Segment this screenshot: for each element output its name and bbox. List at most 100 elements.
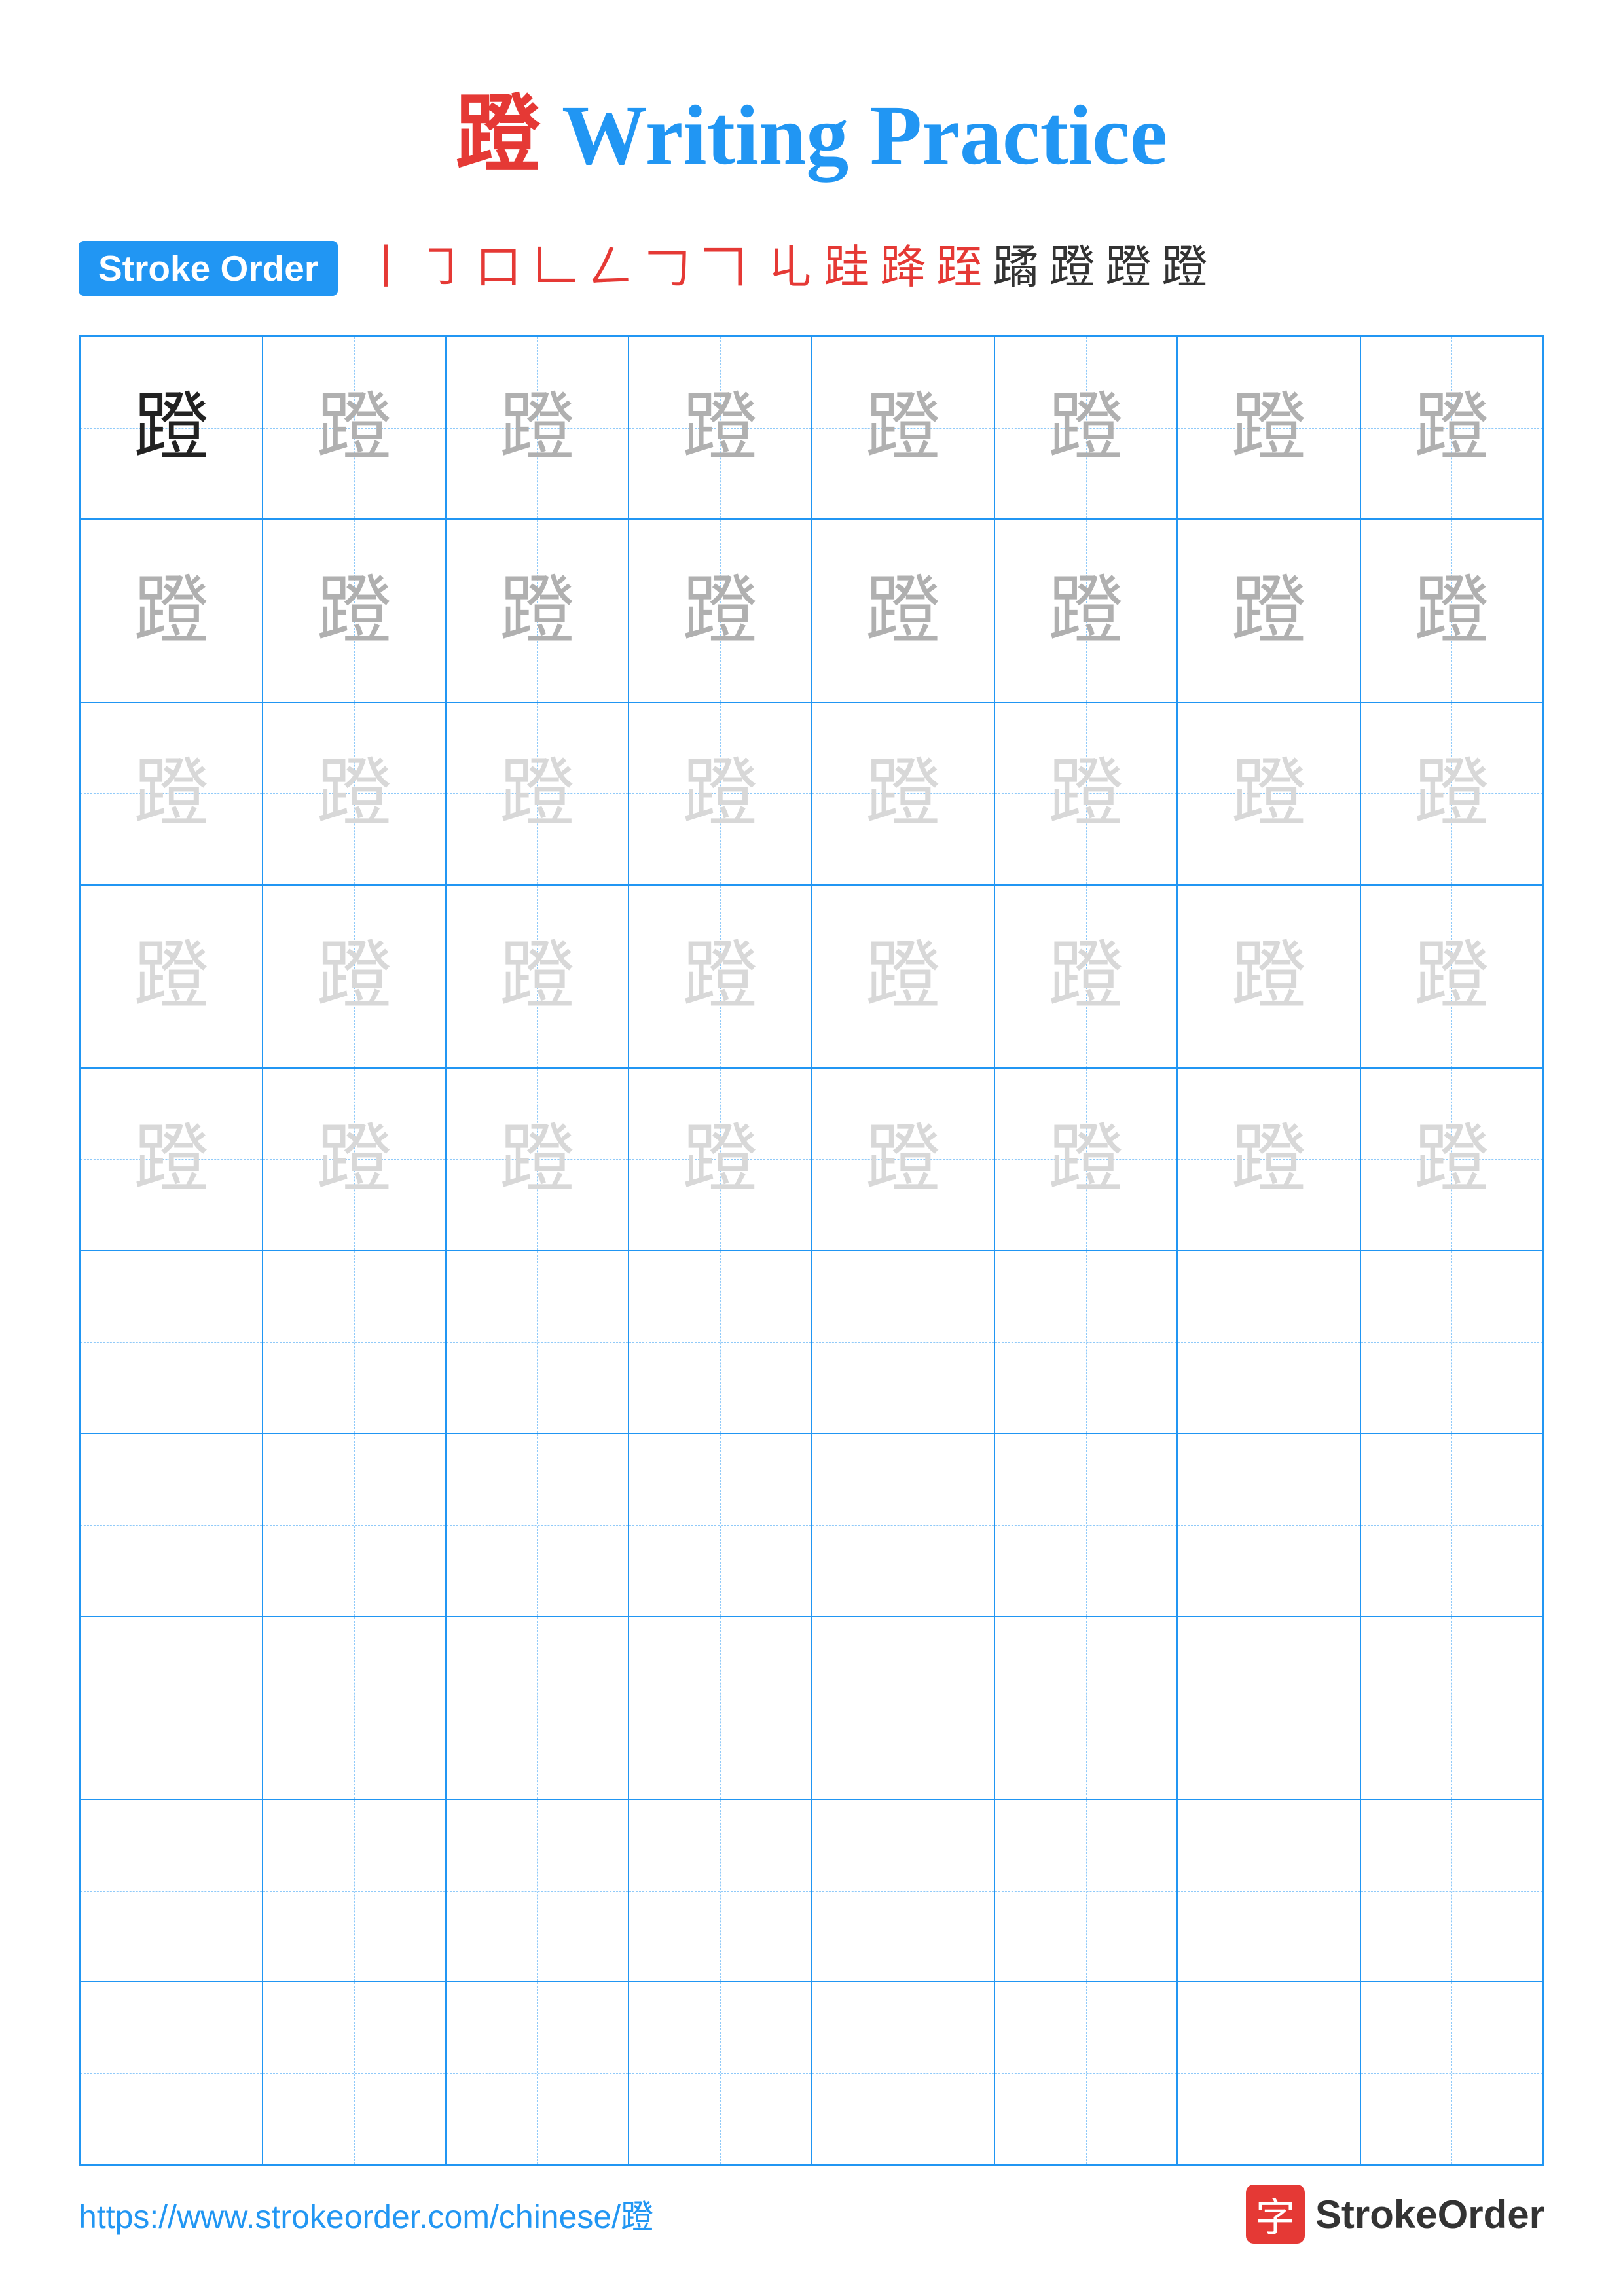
footer-logo-icon: 字 [1246, 2185, 1305, 2244]
grid-cell-r8-c7 [1360, 1799, 1543, 1982]
grid-cell-r5-c1 [263, 1251, 445, 1433]
grid-cell-r7-c7 [1360, 1617, 1543, 1799]
grid-cell-r1-c1: 蹬 [263, 519, 445, 702]
practice-char-r4-c2: 蹬 [500, 1122, 575, 1197]
practice-char-r2-c6: 蹬 [1231, 756, 1306, 831]
grid-cell-r0-c1: 蹬 [263, 336, 445, 519]
practice-char-r4-c3: 蹬 [682, 1122, 757, 1197]
grid-cell-r9-c7 [1360, 1982, 1543, 2164]
stroke-order-badge: Stroke Order [79, 241, 338, 296]
grid-cell-r3-c0: 蹬 [80, 885, 263, 1067]
grid-cell-r5-c5 [994, 1251, 1177, 1433]
practice-char-r1-c5: 蹬 [1048, 573, 1123, 649]
grid-cell-r7-c5 [994, 1617, 1177, 1799]
grid-cell-r5-c6 [1177, 1251, 1360, 1433]
grid-cell-r8-c0 [80, 1799, 263, 1982]
practice-char-r4-c1: 蹬 [317, 1122, 392, 1197]
practice-char-r3-c6: 蹬 [1231, 939, 1306, 1014]
grid-cell-r3-c2: 蹬 [446, 885, 629, 1067]
footer-url: https://www.strokeorder.com/chinese/蹬 [79, 2191, 653, 2238]
grid-cell-r3-c4: 蹬 [812, 885, 994, 1067]
grid-cell-r1-c5: 蹬 [994, 519, 1177, 702]
practice-char-r1-c7: 蹬 [1414, 573, 1489, 649]
grid-cell-r7-c2 [446, 1617, 629, 1799]
practice-char-r2-c3: 蹬 [682, 756, 757, 831]
grid-cell-r4-c5: 蹬 [994, 1068, 1177, 1251]
grid-cell-r8-c1 [263, 1799, 445, 1982]
stroke-16: 蹬 [1161, 245, 1207, 291]
stroke-3: 口 [475, 245, 521, 291]
grid-cell-r2-c7: 蹬 [1360, 702, 1543, 885]
practice-char-r1-c1: 蹬 [317, 573, 392, 649]
grid-cell-r1-c4: 蹬 [812, 519, 994, 702]
grid-cell-r0-c3: 蹬 [629, 336, 811, 519]
practice-char-r0-c5: 蹬 [1048, 390, 1123, 465]
grid-cell-r2-c5: 蹬 [994, 702, 1177, 885]
grid-cell-r6-c3 [629, 1433, 811, 1616]
practice-char-r0-c6: 蹬 [1231, 390, 1306, 465]
practice-char-r3-c0: 蹬 [134, 939, 209, 1014]
stroke-7: 𠃍 [701, 245, 746, 291]
grid-cell-r6-c1 [263, 1433, 445, 1616]
grid-cell-r9-c6 [1177, 1982, 1360, 2164]
grid-cell-r1-c2: 蹬 [446, 519, 629, 702]
grid-cell-r3-c3: 蹬 [629, 885, 811, 1067]
grid-cell-r0-c0: 蹬 [80, 336, 263, 519]
grid-cell-r8-c5 [994, 1799, 1177, 1982]
grid-cell-r4-c1: 蹬 [263, 1068, 445, 1251]
grid-cell-r7-c3 [629, 1617, 811, 1799]
grid-cell-r9-c3 [629, 1982, 811, 2164]
grid-cell-r8-c6 [1177, 1799, 1360, 1982]
page-title: 蹬 Writing Practice [79, 65, 1544, 188]
practice-char-r3-c7: 蹬 [1414, 939, 1489, 1014]
title-suffix: Writing Practice [541, 88, 1168, 183]
stroke-10: 跬 [824, 245, 869, 291]
practice-char-r0-c4: 蹬 [866, 390, 941, 465]
grid-cell-r3-c6: 蹬 [1177, 885, 1360, 1067]
practice-char-r4-c0: 蹬 [134, 1122, 209, 1197]
grid-cell-r0-c6: 蹬 [1177, 336, 1360, 519]
practice-char-r2-c5: 蹬 [1048, 756, 1123, 831]
grid-cell-r1-c6: 蹬 [1177, 519, 1360, 702]
grid-cell-r2-c2: 蹬 [446, 702, 629, 885]
practice-char-r0-c3: 蹬 [682, 390, 757, 465]
grid-cell-r9-c0 [80, 1982, 263, 2164]
practice-char-r4-c5: 蹬 [1048, 1122, 1123, 1197]
stroke-4: 𠃊 [532, 245, 577, 291]
practice-char-r0-c2: 蹬 [500, 390, 575, 465]
footer-logo-text: StrokeOrder [1315, 2192, 1544, 2237]
stroke-15: 蹬 [1105, 245, 1151, 291]
grid-cell-r8-c4 [812, 1799, 994, 1982]
grid-cell-r6-c2 [446, 1433, 629, 1616]
grid-cell-r7-c0 [80, 1617, 263, 1799]
practice-char-r2-c2: 蹬 [500, 756, 575, 831]
grid-cell-r3-c1: 蹬 [263, 885, 445, 1067]
stroke-6: 𠃌 [644, 245, 690, 291]
stroke-11: 跭 [880, 245, 926, 291]
practice-grid: 蹬蹬蹬蹬蹬蹬蹬蹬蹬蹬蹬蹬蹬蹬蹬蹬蹬蹬蹬蹬蹬蹬蹬蹬蹬蹬蹬蹬蹬蹬蹬蹬蹬蹬蹬蹬蹬蹬蹬蹬 [79, 335, 1544, 2166]
grid-cell-r6-c7 [1360, 1433, 1543, 1616]
practice-char-r3-c3: 蹬 [682, 939, 757, 1014]
grid-cell-r7-c1 [263, 1617, 445, 1799]
grid-cell-r1-c0: 蹬 [80, 519, 263, 702]
grid-cell-r0-c2: 蹬 [446, 336, 629, 519]
practice-char-r3-c2: 蹬 [500, 939, 575, 1014]
grid-cell-r5-c3 [629, 1251, 811, 1433]
practice-char-r2-c4: 蹬 [866, 756, 941, 831]
practice-char-r1-c2: 蹬 [500, 573, 575, 649]
stroke-order-chars: 丨 ㇆ 口 𠃊 𠃋 𠃌 𠃍 𠃎 𠃏 跬 跭 跮 蹫 蹬 蹬 蹬 [357, 245, 1213, 291]
practice-char-r1-c3: 蹬 [682, 573, 757, 649]
practice-char-r3-c5: 蹬 [1048, 939, 1123, 1014]
stroke-2: ㇆ [419, 245, 465, 291]
grid-cell-r4-c0: 蹬 [80, 1068, 263, 1251]
footer-logo: 字 StrokeOrder [1246, 2185, 1544, 2244]
grid-cell-r4-c2: 蹬 [446, 1068, 629, 1251]
footer-logo-char: 字 [1256, 2186, 1295, 2243]
practice-char-r1-c6: 蹬 [1231, 573, 1306, 649]
grid-cell-r1-c3: 蹬 [629, 519, 811, 702]
practice-char-r4-c7: 蹬 [1414, 1122, 1489, 1197]
grid-cell-r3-c7: 蹬 [1360, 885, 1543, 1067]
footer: https://www.strokeorder.com/chinese/蹬 字 … [79, 2185, 1544, 2244]
grid-cell-r5-c7 [1360, 1251, 1543, 1433]
grid-cell-r4-c4: 蹬 [812, 1068, 994, 1251]
